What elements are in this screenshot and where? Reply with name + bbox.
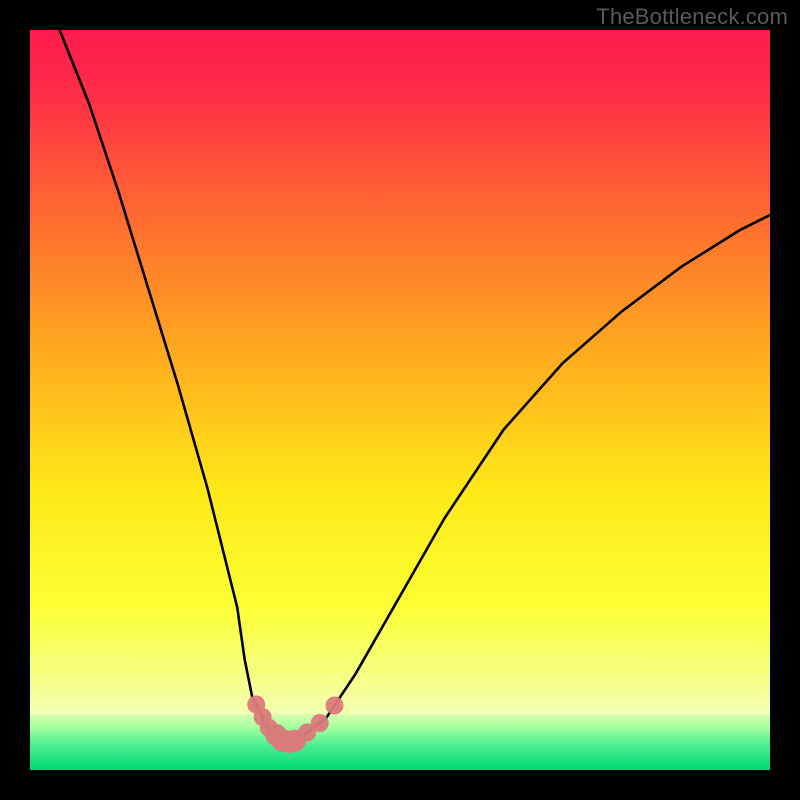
curve-marker xyxy=(326,697,344,715)
curve-layer xyxy=(30,30,770,770)
plot-area xyxy=(30,30,770,770)
chart-frame: TheBottleneck.com xyxy=(0,0,800,800)
bottleneck-curve xyxy=(60,30,770,742)
curve-marker xyxy=(311,714,329,732)
watermark-text: TheBottleneck.com xyxy=(596,4,788,30)
curve-markers xyxy=(247,696,343,753)
